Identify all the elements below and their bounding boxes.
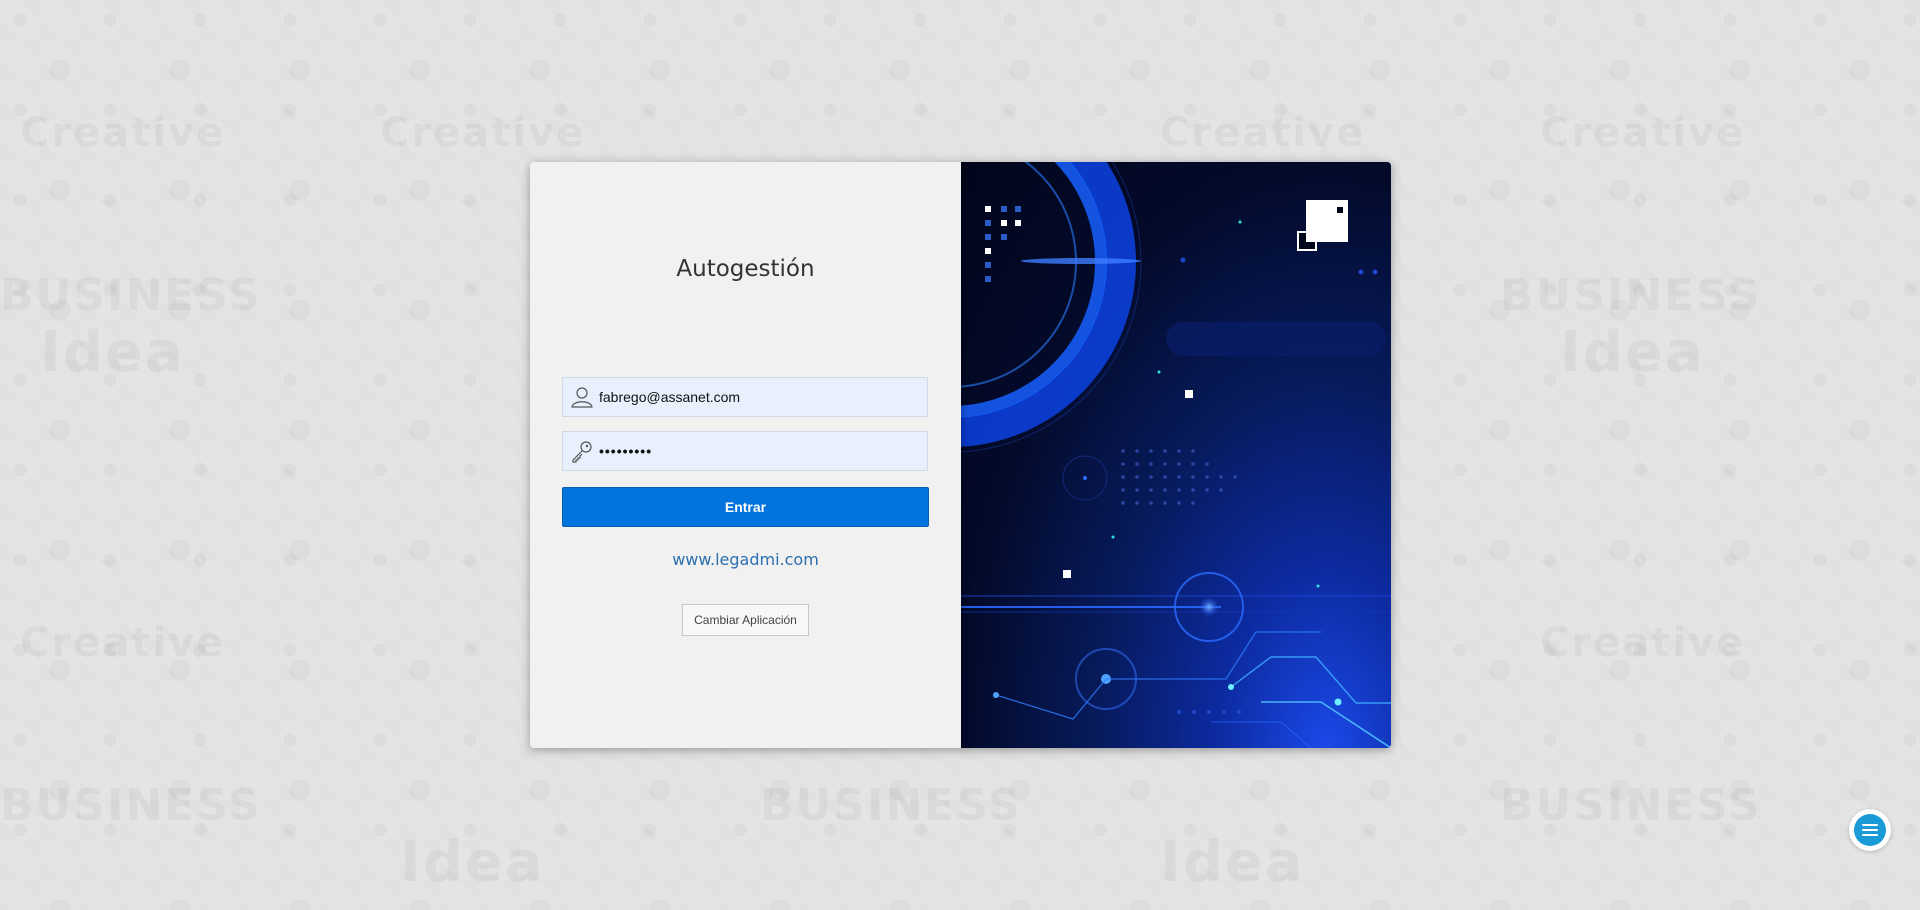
username-field[interactable] [562, 377, 928, 417]
password-input[interactable] [597, 432, 927, 470]
background-pattern: Creative [20, 620, 225, 666]
background-pattern: Creative [1540, 110, 1745, 156]
change-application-button[interactable]: Cambiar Aplicación [682, 604, 809, 636]
background-pattern: Creative [20, 110, 225, 156]
background-pattern: BUSINESS [0, 780, 262, 831]
hero-panel [961, 162, 1391, 748]
background-pattern: Creative [1540, 620, 1745, 666]
username-input[interactable] [597, 378, 927, 416]
background-pattern: BUSINESS [1500, 270, 1762, 321]
password-field[interactable] [562, 431, 928, 471]
background-pattern: Idea [1560, 320, 1705, 385]
login-card: Autogestión Entrar www.legadmi.com [530, 162, 1391, 748]
square-logo-icon [1297, 200, 1348, 251]
login-button[interactable]: Entrar [562, 487, 929, 527]
background-pattern: BUSINESS [1500, 780, 1762, 831]
background-pattern: BUSINESS [760, 780, 1022, 831]
website-link[interactable]: www.legadmi.com [530, 550, 961, 569]
background-pattern: Creative [1160, 110, 1365, 156]
background-pattern: BUSINESS [0, 270, 262, 321]
background-pattern: Creative [380, 110, 585, 156]
background-pattern: Idea [400, 830, 545, 895]
chat-menu-icon [1854, 814, 1886, 846]
background-pattern: Idea [40, 320, 185, 385]
background-pattern: Idea [1160, 830, 1305, 895]
user-icon [567, 378, 597, 416]
login-panel: Autogestión Entrar www.legadmi.com [530, 162, 961, 748]
chat-button[interactable] [1849, 809, 1891, 851]
page-title: Autogestión [676, 256, 815, 282]
hero-graphic [961, 162, 1391, 748]
key-icon [567, 432, 597, 470]
